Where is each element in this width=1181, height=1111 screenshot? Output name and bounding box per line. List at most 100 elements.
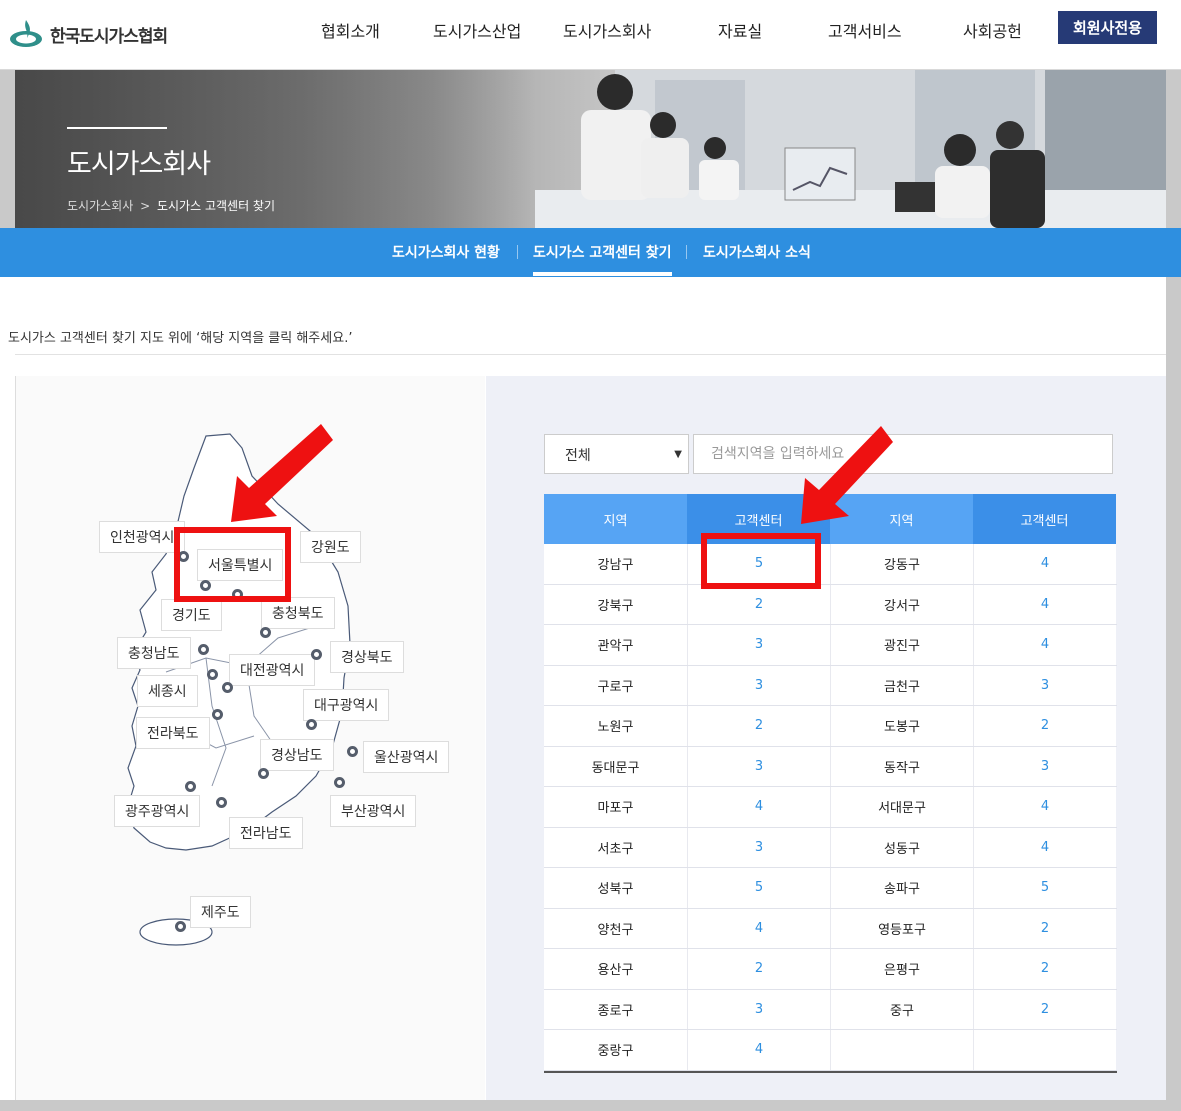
red-arrow-icon bbox=[801, 426, 893, 524]
table-row: 성북구 5 송파구 5 bbox=[544, 868, 1117, 909]
region-gyeonggi[interactable]: 경기도 bbox=[161, 599, 222, 631]
region-cell: 서초구 bbox=[544, 827, 687, 867]
tab-find-customer-center[interactable]: 도시가스 고객센터 찾기 bbox=[533, 242, 672, 276]
region-cell: 도봉구 bbox=[830, 706, 973, 746]
region-jeju[interactable]: 제주도 bbox=[190, 896, 251, 928]
member-only-button[interactable]: 회원사전용 bbox=[1058, 11, 1157, 44]
tab-divider bbox=[686, 245, 687, 259]
region-gwangju[interactable]: 광주광역시 bbox=[114, 795, 201, 827]
tab-company-status[interactable]: 도시가스회사 현황 bbox=[392, 242, 500, 262]
region-cell: 강서구 bbox=[830, 584, 973, 624]
center-count-cell[interactable]: 2 bbox=[687, 584, 830, 624]
marker-jeonbuk-icon[interactable] bbox=[212, 709, 223, 720]
tab-divider bbox=[517, 245, 518, 259]
center-count-cell[interactable]: 2 bbox=[973, 989, 1116, 1029]
nav-gas-companies[interactable]: 도시가스회사 bbox=[563, 18, 651, 42]
center-count-cell[interactable]: 2 bbox=[973, 908, 1116, 948]
table-row: 양천구 4 영등포구 2 bbox=[544, 908, 1117, 949]
region-ulsan[interactable]: 울산광역시 bbox=[363, 741, 450, 773]
center-count-cell[interactable]: 4 bbox=[687, 787, 830, 827]
region-cell: 성북구 bbox=[544, 868, 687, 908]
center-count-cell[interactable]: 4 bbox=[973, 827, 1116, 867]
center-count-cell bbox=[973, 1030, 1116, 1070]
divider bbox=[15, 354, 1166, 355]
center-count-cell[interactable]: 4 bbox=[973, 544, 1116, 584]
table-row: 마포구 4 서대문구 4 bbox=[544, 787, 1117, 828]
tab-company-news[interactable]: 도시가스회사 소식 bbox=[703, 242, 811, 262]
marker-daegu-icon[interactable] bbox=[306, 719, 317, 730]
center-count-cell[interactable]: 4 bbox=[973, 787, 1116, 827]
center-count-cell[interactable]: 3 bbox=[687, 989, 830, 1029]
center-count-cell[interactable]: 4 bbox=[973, 625, 1116, 665]
breadcrumb-separator-icon: > bbox=[140, 199, 151, 213]
center-count-cell[interactable]: 5 bbox=[973, 868, 1116, 908]
region-select[interactable]: 전체 ▼ bbox=[544, 434, 689, 474]
logo-text: 한국도시가스협회 bbox=[50, 26, 168, 47]
table-row: 중랑구 4 bbox=[544, 1030, 1117, 1071]
marker-gyeongbuk-icon[interactable] bbox=[311, 649, 322, 660]
region-cell: 강동구 bbox=[830, 544, 973, 584]
center-count-cell[interactable]: 3 bbox=[687, 827, 830, 867]
region-cell: 종로구 bbox=[544, 989, 687, 1029]
region-daejeon[interactable]: 대전광역시 bbox=[229, 654, 316, 686]
region-cell: 양천구 bbox=[544, 908, 687, 948]
nav-association[interactable]: 협회소개 bbox=[321, 18, 380, 42]
nav-social-contribution[interactable]: 사회공헌 bbox=[963, 18, 1022, 42]
marker-ulsan-icon[interactable] bbox=[347, 746, 358, 757]
center-count-cell[interactable]: 2 bbox=[973, 949, 1116, 989]
region-gangwon[interactable]: 강원도 bbox=[300, 531, 361, 563]
marker-sejong-icon[interactable] bbox=[207, 669, 218, 680]
marker-chungnam-icon[interactable] bbox=[198, 644, 209, 655]
table-row: 동대문구 3 동작구 3 bbox=[544, 746, 1117, 787]
page-title: 도시가스회사 bbox=[67, 149, 211, 180]
region-cell: 관악구 bbox=[544, 625, 687, 665]
header-center: 고객센터 bbox=[973, 494, 1116, 544]
region-jeonnam[interactable]: 전라남도 bbox=[229, 817, 303, 849]
table-row: 노원구 2 도봉구 2 bbox=[544, 706, 1117, 747]
marker-chungbuk-icon[interactable] bbox=[260, 627, 271, 638]
region-cell: 동작구 bbox=[830, 746, 973, 786]
center-count-cell[interactable]: 4 bbox=[973, 584, 1116, 624]
region-chungnam[interactable]: 충청남도 bbox=[117, 637, 191, 669]
nav-gas-industry[interactable]: 도시가스산업 bbox=[433, 18, 521, 42]
marker-jeju-icon[interactable] bbox=[175, 921, 186, 932]
marker-daejeon-icon[interactable] bbox=[222, 682, 233, 693]
nav-customer-service[interactable]: 고객서비스 bbox=[828, 18, 902, 42]
center-count-cell[interactable]: 3 bbox=[687, 665, 830, 705]
marker-jeonnam-icon[interactable] bbox=[216, 797, 227, 808]
region-cell: 동대문구 bbox=[544, 746, 687, 786]
region-busan[interactable]: 부산광역시 bbox=[330, 795, 417, 827]
top-header: 한국도시가스협회 협회소개 도시가스산업 도시가스회사 자료실 고객서비스 사회… bbox=[0, 0, 1181, 70]
center-count-cell[interactable]: 3 bbox=[687, 746, 830, 786]
marker-gwangju-icon[interactable] bbox=[185, 781, 196, 792]
center-count-cell[interactable]: 3 bbox=[973, 665, 1116, 705]
center-count-cell[interactable]: 3 bbox=[687, 625, 830, 665]
region-gyeongnam[interactable]: 경상남도 bbox=[260, 739, 334, 771]
region-cell: 광진구 bbox=[830, 625, 973, 665]
logo-flame-icon bbox=[8, 17, 48, 51]
center-count-cell[interactable]: 5 bbox=[687, 868, 830, 908]
center-count-cell[interactable]: 4 bbox=[687, 1030, 830, 1070]
table-row: 종로구 3 중구 2 bbox=[544, 989, 1117, 1030]
region-jeonbuk[interactable]: 전라북도 bbox=[136, 717, 210, 749]
nav-resources[interactable]: 자료실 bbox=[718, 18, 762, 42]
region-sejong[interactable]: 세종시 bbox=[137, 675, 198, 707]
center-count-cell[interactable]: 3 bbox=[973, 746, 1116, 786]
region-cell bbox=[830, 1030, 973, 1070]
region-cell: 성동구 bbox=[830, 827, 973, 867]
marker-busan-icon[interactable] bbox=[334, 777, 345, 788]
center-count-cell[interactable]: 2 bbox=[973, 706, 1116, 746]
region-daegu[interactable]: 대구광역시 bbox=[303, 689, 390, 721]
region-incheon[interactable]: 인천광역시 bbox=[99, 521, 186, 553]
region-cell: 송파구 bbox=[830, 868, 973, 908]
marker-gyeongnam-icon[interactable] bbox=[258, 768, 269, 779]
region-gyeongbuk[interactable]: 경상북도 bbox=[330, 641, 404, 673]
site-logo[interactable]: 한국도시가스협회 bbox=[8, 14, 168, 54]
center-count-cell[interactable]: 4 bbox=[687, 908, 830, 948]
breadcrumb-parent[interactable]: 도시가스회사 bbox=[67, 199, 133, 213]
region-cell: 용산구 bbox=[544, 949, 687, 989]
center-count-cell[interactable]: 2 bbox=[687, 949, 830, 989]
table-row: 관악구 3 광진구 4 bbox=[544, 625, 1117, 666]
center-count-cell[interactable]: 2 bbox=[687, 706, 830, 746]
table-row: 서초구 3 성동구 4 bbox=[544, 827, 1117, 868]
